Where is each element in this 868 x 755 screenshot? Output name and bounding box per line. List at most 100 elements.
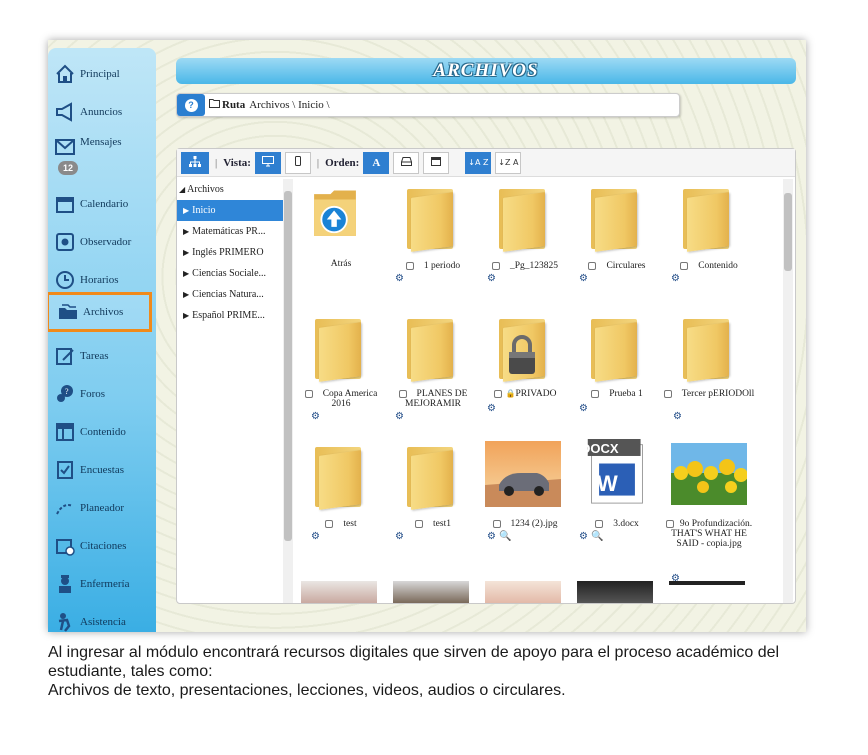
sidebar-item-enfermeria[interactable]: Enfermería (54, 566, 156, 602)
tree-item-ingles[interactable]: ▶ Inglés PRIMERO (177, 242, 283, 263)
order-alpha-button[interactable]: A (363, 151, 390, 174)
select-checkbox[interactable] (325, 519, 334, 528)
select-checkbox[interactable] (491, 261, 500, 270)
file-item[interactable]: Prueba 1 ⚙ (571, 309, 663, 429)
caption: Al ingresar al módulo encontrará recurso… (48, 643, 838, 700)
sidebar-item-contenido[interactable]: Contenido (54, 414, 156, 450)
tree-root[interactable]: ◢ Archivos (177, 179, 283, 200)
order-size-button[interactable] (393, 151, 420, 174)
file-name: Tercer pERIODOll (681, 389, 755, 399)
select-checkbox[interactable] (415, 519, 424, 528)
tree-item-ciencias-sociales[interactable]: ▶ Ciencias Sociale... (177, 263, 283, 284)
select-checkbox[interactable] (665, 519, 674, 528)
file-item[interactable]: Tercer pERIODOll ⚙ (663, 309, 755, 429)
select-checkbox[interactable] (591, 389, 600, 398)
file-item[interactable]: 9o Profundización. THAT'S WHAT HE SAID -… (663, 437, 755, 584)
gear-icon[interactable]: ⚙ (673, 411, 682, 422)
survey-icon (54, 459, 76, 481)
sort-descending-button[interactable]: ↓Z A (495, 151, 522, 174)
gear-icon[interactable]: ⚙ (395, 273, 404, 284)
file-item[interactable]: test ⚙ (295, 437, 387, 557)
select-checkbox[interactable] (398, 389, 407, 398)
gear-icon[interactable]: ⚙ (671, 273, 680, 284)
file-item[interactable]: Atrás (295, 179, 387, 299)
tree-item-ciencias-naturales[interactable]: ▶ Ciencias Natura... (177, 284, 283, 305)
video-thumbnail-partial[interactable] (577, 581, 653, 603)
caret-right-icon: ▶ (183, 311, 190, 320)
file-item[interactable]: Copa America 2016 ⚙ (295, 309, 387, 429)
messages-count-badge: 12 (58, 161, 79, 175)
sidebar-item-asistencia[interactable]: Asistencia (54, 604, 156, 632)
sidebar-item-principal[interactable]: Principal (54, 56, 156, 92)
sidebar-item-foros[interactable]: ? Foros (54, 376, 156, 412)
tree-item-matematicas[interactable]: ▶ Matemáticas PR... (177, 221, 283, 242)
file-item[interactable]: 1234 (2).jpg ⚙ 🔍 (479, 437, 571, 557)
gear-icon[interactable]: ⚙ (579, 403, 588, 414)
sidebar-item-label: Citaciones (80, 540, 127, 552)
document-thumbnail-partial[interactable] (669, 581, 745, 603)
image-thumbnail-partial[interactable] (485, 581, 561, 603)
sort-ascending-button[interactable]: ↓A Z (465, 151, 492, 174)
file-item[interactable]: 🔒PRIVADO ⚙ (479, 309, 571, 429)
tree-scrollbar[interactable] (283, 179, 293, 603)
tree-scroll-thumb[interactable] (284, 191, 292, 541)
tree-view-button[interactable] (181, 151, 209, 174)
file-item[interactable]: DOCX W 3.docx ⚙ 🔍 (571, 437, 663, 557)
megaphone-icon (54, 101, 76, 123)
file-item[interactable]: Circulares ⚙ (571, 179, 663, 299)
file-item[interactable]: 1 periodo ⚙ (387, 179, 479, 299)
gear-icon[interactable]: ⚙ (311, 531, 320, 542)
gear-icon[interactable]: ⚙ (395, 531, 404, 542)
order-date-button[interactable] (423, 151, 450, 174)
breadcrumb-path[interactable]: Archivos \ Inicio \ (249, 99, 329, 111)
gear-icon[interactable]: ⚙ (487, 531, 496, 542)
select-checkbox[interactable] (304, 389, 313, 398)
file-item[interactable]: Contenido ⚙ (663, 179, 755, 299)
select-checkbox[interactable] (595, 519, 604, 528)
gear-icon[interactable]: ⚙ (487, 273, 496, 284)
select-checkbox[interactable] (663, 389, 672, 398)
magnifier-icon[interactable]: 🔍 (499, 531, 511, 542)
grid-scroll-thumb[interactable] (784, 193, 792, 271)
observer-icon (54, 231, 76, 253)
sidebar-item-calendario[interactable]: Calendario (54, 186, 156, 222)
sidebar-item-label: Foros (80, 388, 106, 400)
image-thumbnail-partial[interactable] (393, 581, 469, 603)
select-checkbox[interactable] (493, 389, 502, 398)
image-thumbnail-partial[interactable] (301, 581, 377, 603)
gear-icon[interactable]: ⚙ (311, 411, 320, 422)
file-name: 1234 (2).jpg (510, 519, 558, 529)
sidebar-item-tareas[interactable]: Tareas (54, 338, 156, 374)
tree-item-espanol[interactable]: ▶ Español PRIME... (177, 305, 283, 326)
sidebar-item-label: Horarios (80, 274, 119, 286)
magnifier-icon[interactable]: 🔍 (591, 531, 603, 542)
envelope-icon (54, 136, 76, 158)
sidebar-item-encuestas[interactable]: Encuestas (54, 452, 156, 488)
file-item[interactable]: PLANES DE MEJORAMIR ⚙ (387, 309, 479, 429)
gear-icon[interactable]: ⚙ (579, 531, 588, 542)
view-mobile-button[interactable] (284, 151, 311, 174)
gear-icon[interactable]: ⚙ (579, 273, 588, 284)
sidebar-item-citaciones[interactable]: Citaciones (54, 528, 156, 564)
file-item[interactable]: test1 ⚙ (387, 437, 479, 557)
select-checkbox[interactable] (588, 261, 597, 270)
sidebar-item-label: Principal (80, 68, 120, 80)
sidebar-item-observador[interactable]: Observador (54, 224, 156, 260)
view-desktop-button[interactable] (254, 151, 281, 174)
file-item[interactable]: _Pg_123825 ⚙ (479, 179, 571, 299)
sidebar-item-anuncios[interactable]: Anuncios (54, 94, 156, 130)
select-checkbox[interactable] (680, 261, 689, 270)
sidebar: Principal Anuncios Mensajes 12 Calendari… (48, 48, 156, 632)
gear-icon[interactable]: ⚙ (487, 403, 496, 414)
attendance-icon (54, 611, 76, 632)
page-title: ARCHIVOS (433, 60, 539, 81)
select-checkbox[interactable] (405, 261, 414, 270)
tree-item-inicio[interactable]: ▶ Inicio (177, 200, 283, 221)
select-checkbox[interactable] (492, 519, 501, 528)
content-icon (54, 421, 76, 443)
gear-icon[interactable]: ⚙ (395, 411, 404, 422)
help-button[interactable]: ? (177, 94, 205, 116)
sidebar-item-planeador[interactable]: Planeador (54, 490, 156, 526)
sidebar-item-archivos[interactable]: Archivos (48, 292, 152, 332)
grid-scrollbar[interactable] (783, 179, 793, 603)
